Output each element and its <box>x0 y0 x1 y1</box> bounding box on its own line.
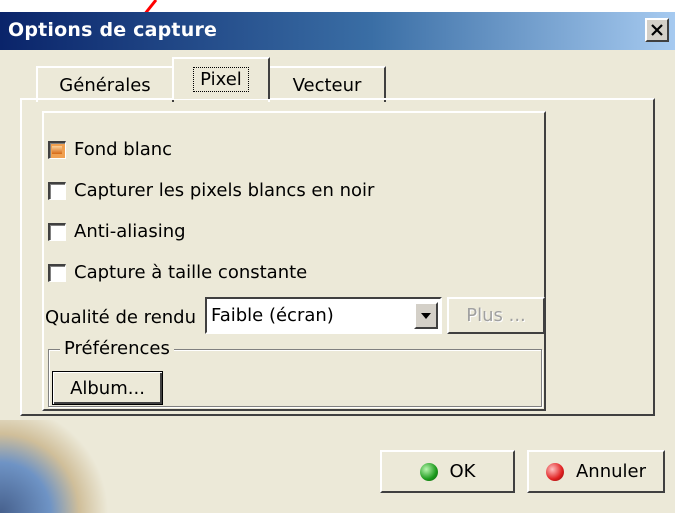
red-light-icon <box>545 462 564 481</box>
option-label: Capturer les pixels blancs en noir <box>74 180 375 201</box>
checkbox-anti-aliasing[interactable] <box>48 222 66 241</box>
album-button[interactable]: Album... <box>52 371 163 405</box>
option-fond-blanc[interactable]: Fond blanc <box>48 139 172 160</box>
option-label: Anti-aliasing <box>74 221 186 242</box>
checkbox-capturer-pixels-blancs[interactable] <box>48 181 66 200</box>
close-icon <box>651 24 663 36</box>
close-button[interactable] <box>645 18 669 42</box>
dropdown-arrow-icon <box>421 312 431 319</box>
globe-decoration <box>0 420 110 513</box>
preferences-group-label: Préférences <box>60 338 174 359</box>
ok-button[interactable]: OK <box>380 450 515 493</box>
window-title: Options de capture <box>8 19 218 41</box>
option-anti-aliasing[interactable]: Anti-aliasing <box>48 221 186 242</box>
option-label: Capture à taille constante <box>74 262 308 283</box>
plus-button[interactable]: Plus ... <box>447 297 545 334</box>
option-taille-constante[interactable]: Capture à taille constante <box>48 262 307 283</box>
green-light-icon <box>419 462 438 481</box>
cancel-button[interactable]: Annuler <box>527 450 665 493</box>
option-label: Fond blanc <box>74 139 173 160</box>
checkbox-fond-blanc[interactable] <box>48 140 66 159</box>
quality-label: Qualité de rendu <box>45 307 197 328</box>
tab-pixel[interactable]: Pixel <box>172 57 270 99</box>
ok-label: OK <box>449 461 476 482</box>
quality-select[interactable]: Faible (écran) <box>205 297 442 334</box>
option-capturer-pixels-blancs[interactable]: Capturer les pixels blancs en noir <box>48 180 374 201</box>
tab-generales-label: Générales <box>59 74 151 96</box>
cancel-label: Annuler <box>575 461 646 482</box>
quality-selected-value: Faible (écran) <box>211 305 334 326</box>
title-bar: Options de capture <box>0 12 675 50</box>
tab-vecteur-label: Vecteur <box>292 74 362 96</box>
tab-vecteur[interactable]: Vecteur <box>268 66 386 102</box>
tab-generales[interactable]: Générales <box>36 66 174 102</box>
checkbox-taille-constante[interactable] <box>48 263 66 282</box>
dropdown-button[interactable] <box>414 302 438 329</box>
tab-pixel-label: Pixel <box>193 66 249 92</box>
